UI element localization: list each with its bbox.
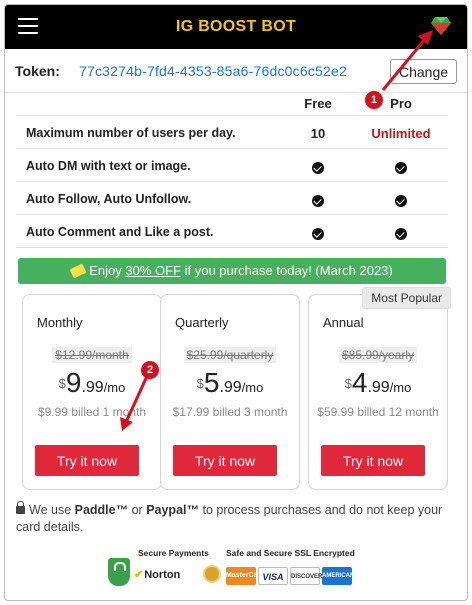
top-bar: IG BOOST BOT	[5, 5, 467, 49]
promo-suffix: if you purchase today! (March 2023)	[181, 263, 393, 278]
promo-banner: Enjoy 30% OFF if you purchase today! (Ma…	[18, 258, 446, 284]
token-row: Token: 77c3274b-7fd4-4353-85a6-76dc0c6c5…	[5, 49, 467, 93]
plan-name: Monthly	[37, 315, 83, 330]
plan-billed: $59.99 billed 12 month	[317, 405, 439, 419]
comparison-row: Maximum number of users per day. 10 Unli…	[16, 116, 448, 149]
plan-old-price: $25.99/quarterly	[161, 346, 299, 364]
secure-payment-badges: Secure Payments Safe and Secure SSL Encr…	[108, 548, 358, 597]
try-it-now-button-monthly[interactable]: Try it now	[35, 445, 139, 476]
comparison-row: Auto Follow, Auto Unfollow.	[16, 182, 448, 215]
plan-old-price: $85.99/yearly	[309, 346, 447, 364]
token-value: 77c3274b-7fd4-4353-85a6-76dc0c6c52e2	[79, 63, 347, 79]
mastercard-icon: MasterCard	[226, 567, 265, 585]
lock-icon	[16, 501, 25, 514]
plan-card-monthly: Monthly $12.99/month $9.99/mo $9.99 bill…	[22, 294, 162, 490]
pro-check-icon	[356, 225, 446, 240]
token-label: Token:	[15, 63, 60, 79]
annotation-marker-2: 2	[141, 361, 159, 379]
comparison-row: Auto DM with text or image.	[16, 149, 448, 182]
plan-card-annual: Most Popular Annual $85.99/yearly $4.99/…	[308, 287, 451, 490]
plan-name: Annual	[323, 315, 364, 330]
feature-label: Auto Follow, Auto Unfollow.	[26, 192, 192, 206]
promo-discount: 30% OFF	[125, 263, 182, 278]
free-check-icon	[288, 192, 348, 207]
plan-old-price: $12.99/month	[23, 346, 161, 364]
visa-icon: VISA	[258, 567, 288, 585]
pro-check-icon	[356, 159, 446, 174]
norton-logo: Norton	[134, 568, 180, 581]
app-title: IG BOOST BOT	[175, 18, 297, 35]
seal-icon	[203, 565, 221, 583]
column-free: Free	[304, 96, 332, 111]
most-popular-badge: Most Popular	[362, 287, 451, 309]
pro-check-icon	[356, 192, 446, 207]
plan-comparison-table: Free Pro Maximum number of users per day…	[16, 88, 448, 248]
comparison-header: Free Pro	[16, 88, 448, 116]
promo-prefix: Enjoy	[89, 263, 126, 278]
secure-payments-label: Secure Payments	[138, 548, 209, 558]
plan-price: $5.99/mo	[196, 367, 264, 398]
feature-label: Auto DM with text or image.	[26, 159, 191, 173]
plan-billed: $17.99 billed 3 month	[172, 405, 288, 419]
payment-disclaimer: We use Paddle™ or Paypal™ to process pur…	[16, 501, 443, 534]
pro-value: Unlimited	[371, 126, 431, 141]
plan-name: Quarterly	[175, 315, 229, 330]
free-check-icon	[288, 159, 348, 174]
shield-lock-icon	[108, 558, 130, 586]
try-it-now-button-annual[interactable]: Try it now	[321, 445, 425, 476]
discover-icon: DISCOVER	[290, 567, 322, 585]
free-check-icon	[288, 225, 348, 240]
comparison-row: Auto Comment and Like a post.	[16, 215, 448, 248]
ssl-label: Safe and Secure SSL Encrypted	[226, 548, 355, 558]
free-value: 10	[310, 126, 326, 141]
feature-label: Auto Comment and Like a post.	[26, 225, 214, 239]
annotation-marker-1: 1	[365, 91, 383, 109]
plan-price: $4.99/mo	[344, 367, 412, 398]
feature-label: Maximum number of users per day.	[26, 126, 236, 140]
amex-icon: AMERICAN EXPRESS	[322, 567, 354, 597]
plan-billed: $9.99 billed 1 month	[37, 405, 147, 419]
gem-icon	[431, 17, 451, 35]
tag-icon	[69, 263, 87, 279]
try-it-now-button-quarterly[interactable]: Try it now	[173, 445, 277, 476]
change-token-button[interactable]: Change	[390, 59, 457, 84]
plan-card-quarterly: Quarterly $25.99/quarterly $5.99/mo $17.…	[160, 294, 300, 490]
